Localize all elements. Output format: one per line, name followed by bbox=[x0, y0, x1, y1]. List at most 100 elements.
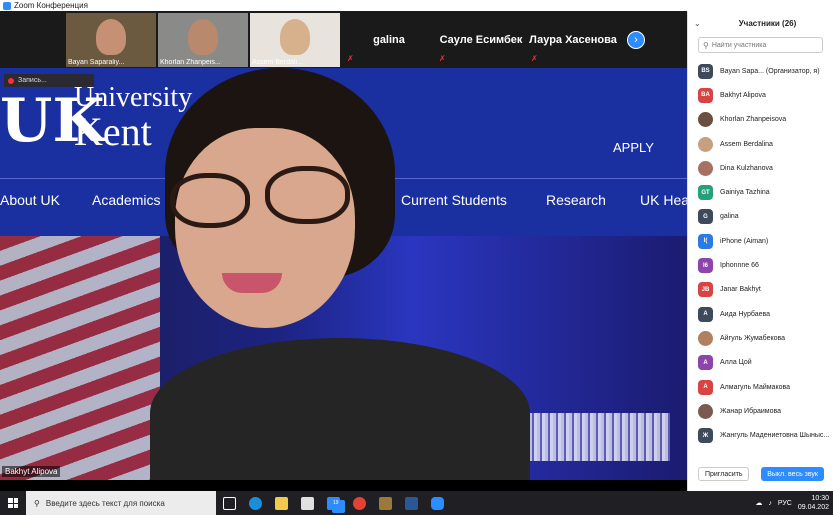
mute-all-button[interactable]: Выкл. весь звук bbox=[761, 467, 824, 481]
participant-row[interactable]: JB Janar Bakhyt bbox=[688, 278, 833, 302]
name-tile[interactable]: Сауле Есимбек ✗ bbox=[436, 13, 526, 67]
participant-row[interactable]: А Алмагуль Маймакова bbox=[688, 375, 833, 399]
participant-row[interactable]: GT Gainiya Tazhina bbox=[688, 180, 833, 204]
participant-name: Аида Нурбаева bbox=[720, 310, 771, 318]
window-title: Zoom Конференция bbox=[14, 1, 88, 10]
participant-row[interactable]: Ggalina bbox=[688, 205, 833, 229]
participant-row[interactable]: Жанар Ибраимова bbox=[688, 399, 833, 423]
zoom-taskbar-icon[interactable] bbox=[424, 491, 450, 515]
gallery-strip: Bayan Saparaliy... Khorlan Zhanpeis... A… bbox=[0, 11, 687, 68]
task-view-icon[interactable] bbox=[216, 491, 242, 515]
network-icon[interactable]: ☁ bbox=[755, 499, 762, 507]
app-icon[interactable] bbox=[372, 491, 398, 515]
participant-name: Жангуль Мадениетовна Шыныс... bbox=[720, 432, 830, 440]
participants-header: ⌄ Участники (26) bbox=[688, 11, 833, 35]
video-tile[interactable]: Assem Berdali... bbox=[250, 13, 340, 67]
participant-row[interactable]: Dina Kulzhanova bbox=[688, 156, 833, 180]
glasses-right bbox=[265, 166, 350, 224]
participant-avatar bbox=[698, 403, 713, 419]
participant-row[interactable]: I6 Iphonnne 66 bbox=[688, 253, 833, 277]
next-page-arrow-icon[interactable]: › bbox=[627, 31, 645, 49]
participant-row[interactable]: Assem Berdalina bbox=[688, 132, 833, 156]
name-tile[interactable]: Лаура Хасенова ✗ bbox=[528, 13, 618, 67]
participant-row[interactable]: Khorlan Zhanpeisova bbox=[688, 108, 833, 132]
participant-row[interactable]: Ж Жангуль Мадениетовна Шыныс... bbox=[688, 423, 833, 447]
participant-name: Dina Kulzhanova bbox=[720, 164, 773, 172]
participant-name: Janar Bakhyt bbox=[720, 286, 761, 294]
word-icon[interactable] bbox=[398, 491, 424, 515]
participant-row[interactable]: I( iPhone (Aiman) bbox=[688, 229, 833, 253]
participant-avatar: G bbox=[698, 209, 713, 225]
participant-search[interactable]: ⚲ bbox=[698, 37, 823, 53]
participant-name: Жанар Ибраимова bbox=[720, 407, 782, 415]
participant-avatar: Ж bbox=[698, 428, 713, 444]
participant-row[interactable]: А Аида Нурбаева bbox=[688, 302, 833, 326]
start-button[interactable] bbox=[0, 491, 26, 515]
clock-date: 09.04.202 bbox=[797, 504, 829, 511]
participant-name: Bakhyt Alipova bbox=[720, 91, 766, 99]
file-explorer-icon[interactable] bbox=[268, 491, 294, 515]
taskbar-search[interactable]: ⚲ Введите здесь текст для поиска bbox=[26, 491, 216, 515]
participant-name: Iphonnne 66 bbox=[720, 262, 759, 270]
taskbar-search-placeholder: Введите здесь текст для поиска bbox=[45, 498, 165, 508]
name-tile-label: Лаура Хасенова bbox=[529, 34, 617, 46]
participant-avatar: BS bbox=[698, 63, 713, 79]
participant-name: iPhone (Aiman) bbox=[720, 237, 769, 245]
participant-avatar: А bbox=[698, 306, 713, 322]
participant-name: Алмагуль Маймакова bbox=[720, 383, 791, 391]
window-title-bar: Zoom Конференция bbox=[0, 0, 833, 11]
volume-icon[interactable]: ♪ bbox=[768, 500, 772, 507]
recording-dot-icon bbox=[8, 77, 14, 84]
name-tile-label: Сауле Есимбек bbox=[439, 34, 523, 46]
search-icon: ⚲ bbox=[703, 40, 709, 50]
speaker-body bbox=[150, 338, 530, 480]
participant-avatar: А bbox=[698, 379, 713, 395]
participant-row[interactable]: BA Bakhyt Alipova bbox=[688, 83, 833, 107]
participant-avatar: GT bbox=[698, 185, 713, 201]
video-tile[interactable]: Khorlan Zhanpeis... bbox=[158, 13, 248, 67]
edge-browser-icon[interactable] bbox=[242, 491, 268, 515]
clock[interactable]: 10:30 09.04.202 bbox=[798, 494, 829, 512]
participant-avatar: I6 bbox=[698, 258, 713, 274]
participants-panel: ⌄ Участники (26) ⚲ BS Bayan Sapa... (Орга… bbox=[687, 11, 833, 491]
language-indicator[interactable]: РУС bbox=[778, 500, 792, 507]
invite-button[interactable]: Пригласить bbox=[698, 467, 750, 481]
chrome-icon[interactable] bbox=[346, 491, 372, 515]
mic-muted-icon: ✗ bbox=[531, 54, 538, 63]
participant-search-input[interactable] bbox=[711, 41, 822, 49]
video-tile[interactable]: Bayan Saparaliy... bbox=[66, 13, 156, 67]
speaker-video bbox=[150, 68, 530, 480]
participant-avatar bbox=[698, 112, 713, 128]
participant-avatar: I( bbox=[698, 233, 713, 249]
name-tile-label: galina bbox=[373, 34, 405, 46]
nav-research: Research bbox=[546, 192, 606, 208]
participant-row[interactable]: Айгуль Жумабекова bbox=[688, 326, 833, 350]
participant-avatar: BA bbox=[698, 87, 713, 103]
nav-uk-health: UK Hea bbox=[640, 192, 687, 208]
participant-avatar: JB bbox=[698, 282, 713, 298]
windows-logo-icon bbox=[8, 498, 18, 508]
participant-video-face bbox=[96, 19, 126, 55]
mic-muted-icon: ✗ bbox=[439, 54, 446, 63]
recording-indicator[interactable]: Запись... bbox=[4, 74, 94, 87]
participant-row[interactable]: BS Bayan Sapa... (Организатор, я) bbox=[688, 59, 833, 83]
name-tile[interactable]: galina ✗ bbox=[344, 13, 434, 67]
participant-name: Алла Цой bbox=[720, 359, 752, 367]
active-speaker-name: Bakhyt Alipova bbox=[2, 466, 61, 477]
store-icon[interactable] bbox=[294, 491, 320, 515]
participant-avatar: А bbox=[698, 355, 713, 371]
participant-name: galina bbox=[720, 213, 739, 221]
nav-about-uk: About UK bbox=[0, 192, 60, 208]
main-video-area: UK University Kent APPLY About UK Academ… bbox=[0, 68, 687, 480]
participant-list: BS Bayan Sapa... (Организатор, я) BA Bakhyt… bbox=[688, 59, 833, 448]
participant-row[interactable]: А Алла Цой bbox=[688, 351, 833, 375]
collapse-chevron-icon[interactable]: ⌄ bbox=[694, 19, 701, 28]
mic-muted-icon: ✗ bbox=[347, 54, 354, 63]
mail-icon[interactable]: 19 bbox=[320, 491, 346, 515]
participant-name: Bayan Sapa... (Организатор, я) bbox=[720, 67, 820, 75]
participant-avatar bbox=[698, 330, 713, 346]
participants-footer: Пригласить Выкл. весь звук bbox=[688, 467, 833, 485]
recording-label: Запись... bbox=[18, 77, 47, 84]
apply-link: APPLY bbox=[613, 140, 654, 155]
participant-avatar bbox=[698, 160, 713, 176]
